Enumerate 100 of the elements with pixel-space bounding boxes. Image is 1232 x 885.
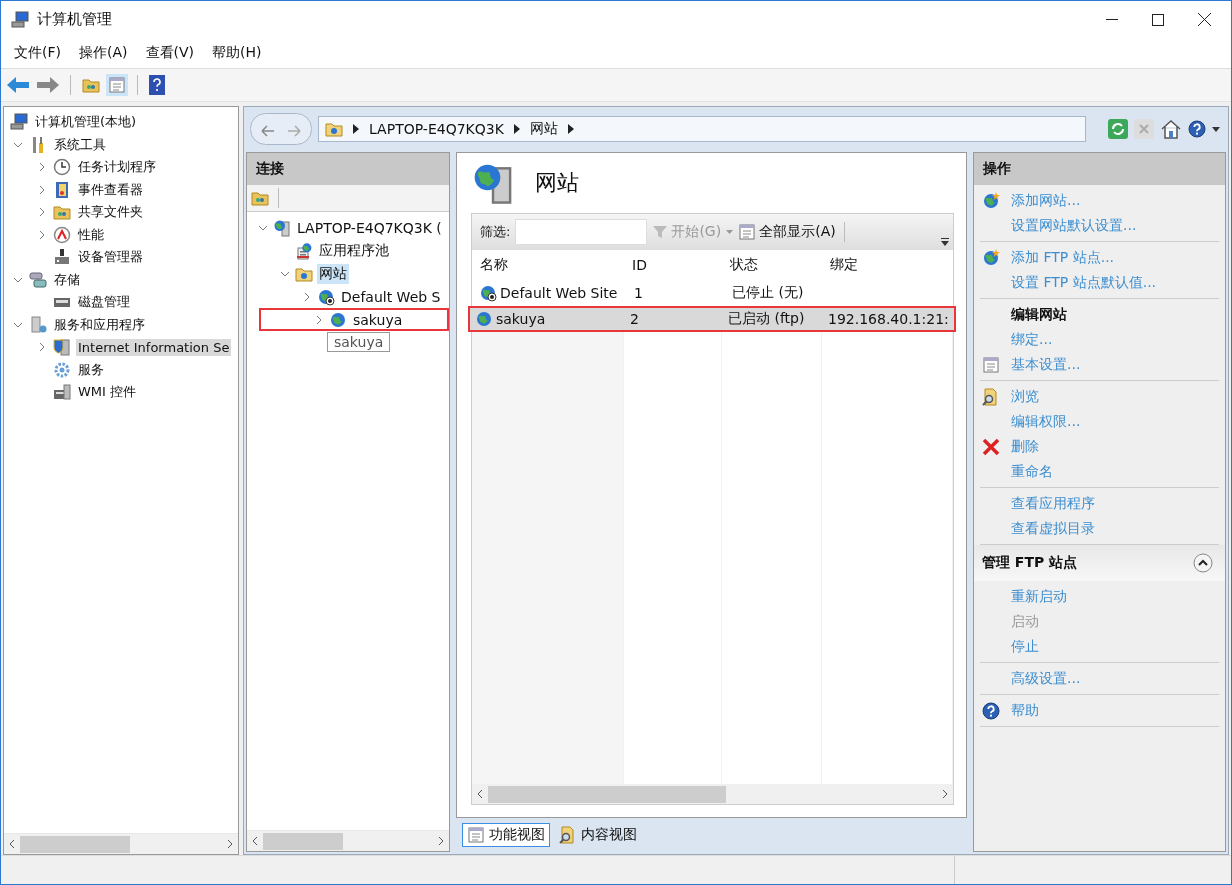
menu-item[interactable]: 操作(A) xyxy=(72,41,135,65)
shared-folder-icon xyxy=(53,203,71,222)
server-globe-icon xyxy=(273,218,291,237)
view-tab[interactable]: 功能视图 xyxy=(462,823,550,847)
collapse-icon[interactable] xyxy=(1193,553,1213,573)
feature-list-icon xyxy=(467,826,485,844)
page-title: 网站 xyxy=(535,169,579,197)
minimize-icon[interactable] xyxy=(1106,18,1118,21)
section-title: 管理 FTP 站点 xyxy=(982,554,1078,572)
globe-icon xyxy=(329,310,347,329)
breadcrumb-item[interactable]: LAPTOP-E4Q7KQ3K xyxy=(369,121,504,137)
horizontal-scrollbar[interactable] xyxy=(247,830,449,851)
back-arrow-icon[interactable] xyxy=(7,77,29,93)
scroll-left-icon[interactable] xyxy=(252,836,258,846)
close-icon[interactable] xyxy=(1198,13,1211,26)
breadcrumb-arrow-icon[interactable] xyxy=(353,124,359,134)
panel-title: 连接 xyxy=(247,153,449,185)
filter-input-field[interactable] xyxy=(515,219,648,245)
tree-item[interactable]: WMI 控件 xyxy=(76,382,139,403)
table-cell: 192.168.40.1:21: xyxy=(828,311,949,327)
server-shield-icon xyxy=(53,338,71,357)
breadcrumb-arrow-icon[interactable] xyxy=(567,124,574,134)
chevron-right-icon[interactable] xyxy=(37,229,47,240)
computer-icon xyxy=(11,10,29,29)
scroll-left-icon[interactable] xyxy=(477,789,483,799)
tooltip: sakuya xyxy=(327,332,391,352)
help-book-icon[interactable] xyxy=(149,75,165,95)
forward-arrow-icon[interactable] xyxy=(37,77,59,93)
column-header[interactable]: 绑定 xyxy=(822,256,953,274)
funnel-icon xyxy=(652,224,669,240)
tree-item[interactable]: 共享文件夹 xyxy=(76,202,145,223)
table-cell[interactable]: sakuya xyxy=(496,311,546,327)
tree-item[interactable]: Default Web S xyxy=(339,287,443,306)
menu-item[interactable]: 帮助(H) xyxy=(205,41,269,65)
chevron-right-icon[interactable] xyxy=(37,342,47,353)
folder-globe-icon xyxy=(325,120,343,138)
menu-item[interactable]: 文件(F) xyxy=(7,41,68,65)
scroll-left-icon[interactable] xyxy=(9,839,15,849)
help-icon[interactable] xyxy=(1188,120,1206,138)
horizontal-scrollbar[interactable] xyxy=(4,833,238,854)
breadcrumb-item[interactable]: 网站 xyxy=(529,120,558,138)
folder-magnifier-icon xyxy=(982,387,1000,406)
view-tab[interactable]: 内容视图 xyxy=(554,823,642,847)
tree-item[interactable]: 存储 xyxy=(52,269,82,290)
tree-item[interactable]: 服务 xyxy=(76,359,106,380)
scroll-right-icon[interactable] xyxy=(438,836,444,846)
tree-item[interactable]: 系统工具 xyxy=(52,134,108,155)
table-cell: 已停止 (无) xyxy=(732,284,804,302)
tree-item[interactable]: Internet Information Se xyxy=(76,338,232,356)
tree-item[interactable]: 计算机管理(本地) xyxy=(33,112,139,133)
window-list-icon xyxy=(738,223,757,241)
gauge-icon xyxy=(53,225,71,244)
window-title: 计算机管理 xyxy=(37,10,112,29)
chevron-right-icon[interactable] xyxy=(314,314,324,325)
tree-item[interactable]: 任务计划程序 xyxy=(76,157,158,178)
tree-item[interactable]: LAPTOP-E4Q7KQ3K ( xyxy=(295,218,444,237)
tree-item[interactable]: 磁盘管理 xyxy=(76,292,132,313)
document-globe-icon xyxy=(295,241,313,260)
globe-stop-icon xyxy=(317,287,335,306)
help-icon xyxy=(982,701,1000,720)
home-icon[interactable] xyxy=(1160,119,1182,139)
action-group-title: 编辑网站 xyxy=(1011,305,1067,324)
delete-icon xyxy=(982,437,1000,456)
clock-icon xyxy=(53,158,71,177)
server-icon xyxy=(29,315,47,334)
tree-item[interactable]: 设备管理器 xyxy=(76,247,145,268)
horizontal-scrollbar[interactable] xyxy=(472,784,953,804)
more-caret-icon[interactable] xyxy=(941,238,949,246)
column-header[interactable]: 状态 xyxy=(722,256,822,274)
caret-icon[interactable] xyxy=(1212,126,1220,132)
document-icon xyxy=(982,355,1000,374)
scroll-right-icon[interactable] xyxy=(942,789,948,799)
chevron-right-icon[interactable] xyxy=(37,162,47,173)
chevron-right-icon[interactable] xyxy=(302,291,312,302)
log-book-icon xyxy=(53,180,71,199)
address-field[interactable]: LAPTOP-E4Q7KQ3K 网站 xyxy=(318,116,1086,142)
tree-item[interactable]: 性能 xyxy=(76,224,106,245)
table-cell: 1 xyxy=(634,285,643,301)
panel-title: 操作 xyxy=(974,153,1225,185)
pane-toggle-icon[interactable] xyxy=(108,76,126,94)
tree-item[interactable]: 事件查看器 xyxy=(76,179,145,200)
column-header[interactable]: 名称 xyxy=(472,256,624,274)
table-cell: 2 xyxy=(630,311,639,327)
tree-item[interactable]: 服务和应用程序 xyxy=(52,314,147,335)
chevron-right-icon[interactable] xyxy=(37,184,47,195)
chevron-right-icon[interactable] xyxy=(37,207,47,218)
scroll-right-icon[interactable] xyxy=(227,839,233,849)
computer-icon xyxy=(10,113,28,132)
tree-item[interactable]: sakuya xyxy=(351,310,405,329)
tree-item[interactable]: 网站 xyxy=(317,263,349,284)
storage-icon xyxy=(29,270,47,289)
table-cell[interactable]: Default Web Site xyxy=(500,285,618,301)
maximize-icon[interactable] xyxy=(1152,13,1164,26)
table-cell: 已启动 (ftp) xyxy=(728,310,805,328)
show-all-button[interactable]: 全部显示(A) xyxy=(738,223,836,241)
column-header[interactable]: ID xyxy=(624,257,722,273)
refresh-icon[interactable] xyxy=(1108,119,1128,139)
menu-item[interactable]: 查看(V) xyxy=(138,41,201,65)
tree-item[interactable]: 应用程序池 xyxy=(317,240,391,261)
breadcrumb-arrow-icon[interactable] xyxy=(513,124,520,134)
